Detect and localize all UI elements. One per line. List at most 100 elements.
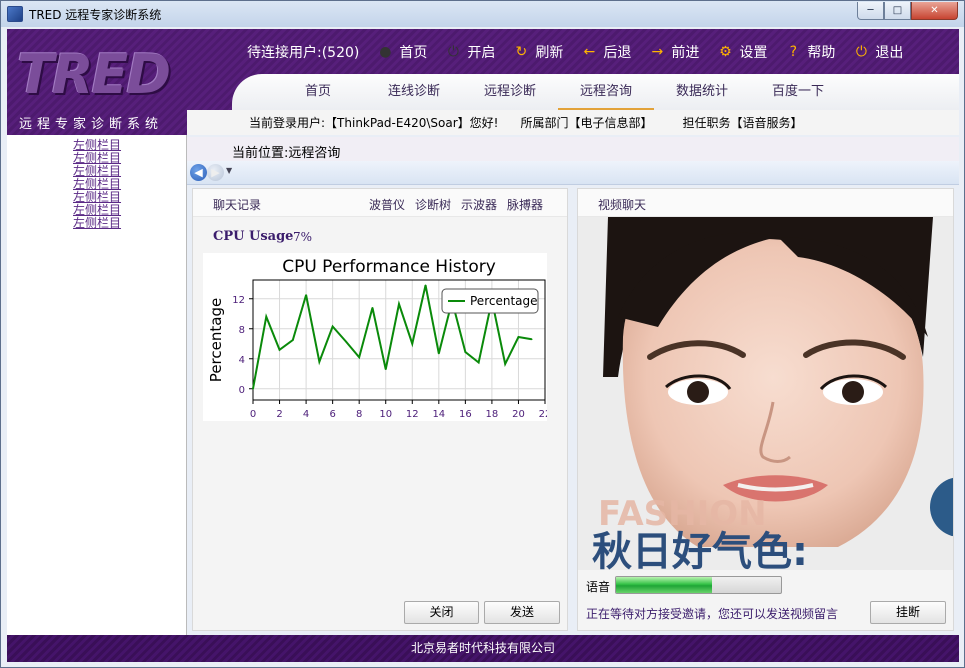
y-tick-label: 4 xyxy=(239,355,245,366)
data-point xyxy=(265,315,268,318)
toolbar-settings[interactable]: ⚙ 设置 xyxy=(717,42,767,62)
tab-remote-diagnosis[interactable]: 远程诊断 xyxy=(462,74,558,110)
exit-icon: ⏻ xyxy=(855,44,867,60)
x-tick-label: 4 xyxy=(303,409,309,420)
toolbar-home-label: 首页 xyxy=(399,45,428,61)
main-tabs-bar: 首页 连线诊断 远程诊断 远程咨询 数据统计 百度一下 xyxy=(232,74,959,110)
forward-arrow-icon: → xyxy=(651,44,664,60)
x-tick-label: 12 xyxy=(406,409,419,420)
tool-spectrum[interactable]: 波普仪 xyxy=(369,196,405,213)
user-info-bar: 当前登录用户:【ThinkPad-E420\Soar】您好! 所属部门【电子信息… xyxy=(187,110,959,135)
data-point xyxy=(464,351,467,353)
data-point xyxy=(384,368,387,371)
tool-diagnosis-tree[interactable]: 诊断树 xyxy=(415,196,451,213)
breadcrumb-text: 当前位置:远程咨询 xyxy=(232,146,341,161)
y-tick-label: 0 xyxy=(239,385,245,396)
sidebar-item[interactable]: 左侧栏目 xyxy=(73,217,186,230)
video-feed: FASHION 秋日好气色: xyxy=(578,217,953,570)
department: 所属部门【电子信息部】 xyxy=(520,116,653,130)
breadcrumb: 当前位置:远程咨询 xyxy=(187,137,959,161)
toolbar-help[interactable]: ? 帮助 xyxy=(785,42,836,62)
chart-title: CPU Performance History xyxy=(282,257,496,277)
y-axis-label: Percentage xyxy=(207,298,225,382)
cpu-usage-value: 7% xyxy=(293,230,313,244)
title-bar[interactable]: TRED 远程专家诊断系统 ─ □ ✕ xyxy=(1,1,964,27)
record-icon: ● xyxy=(379,44,392,60)
data-point xyxy=(411,342,414,345)
toolbar-forward-label: 前进 xyxy=(671,45,700,61)
send-button[interactable]: 发送 xyxy=(484,601,560,624)
call-status: 正在等待对方接受邀请，您还可以发送视频留言 xyxy=(586,607,839,621)
video-panel: 视频聊天 FASHION 秋日好气色: 语音 正在等待对方接受邀请，您还可以发送… xyxy=(577,188,954,631)
data-point xyxy=(252,387,254,390)
toolbar-back[interactable]: ← 后退 xyxy=(581,42,632,62)
data-point xyxy=(530,338,533,341)
back-icon[interactable]: ◀ xyxy=(190,164,207,181)
logo-text: TRED xyxy=(17,43,171,106)
x-tick-label: 0 xyxy=(250,409,256,420)
back-arrow-icon: ← xyxy=(583,44,596,60)
data-point xyxy=(318,360,321,363)
data-point xyxy=(424,284,427,287)
x-tick-label: 14 xyxy=(432,409,445,420)
toolbar-settings-label: 设置 xyxy=(739,45,768,61)
footer: 北京易者时代科技有限公司 xyxy=(7,635,959,662)
app-icon xyxy=(7,6,23,22)
browser-nav-bar: ◀ ▶ ▼ xyxy=(187,161,959,185)
left-sidebar: 左侧栏目 左侧栏目 左侧栏目 左侧栏目 左侧栏目 左侧栏目 左侧栏目 xyxy=(7,135,187,635)
tool-oscilloscope[interactable]: 示波器 xyxy=(461,196,497,213)
gear-icon: ⚙ xyxy=(719,44,732,60)
app-window: TRED 远程专家诊断系统 ─ □ ✕ TRED 远程专家诊断系统 待连接用户:… xyxy=(0,0,965,668)
tab-baidu[interactable]: 百度一下 xyxy=(750,74,846,110)
x-tick-label: 2 xyxy=(276,409,282,420)
top-toolbar: 待连接用户:(520) ● 首页 ⏻ 开启 ↻ 刷新 ← 后退 → 前进 ⚙ 设… xyxy=(247,41,921,63)
data-point xyxy=(398,303,400,305)
pending-users-count: 待连接用户:(520) xyxy=(247,45,360,61)
tab-statistics[interactable]: 数据统计 xyxy=(654,74,750,110)
close-button[interactable]: 关闭 xyxy=(404,601,479,624)
video-fashion-text: FASHION xyxy=(598,494,767,534)
data-point xyxy=(278,348,281,351)
current-user: 当前登录用户:【ThinkPad-E420\Soar】您好! xyxy=(249,116,499,130)
logo-subtitle: 远程专家诊断系统 xyxy=(19,117,164,132)
y-tick-label: 12 xyxy=(232,295,245,306)
tab-home[interactable]: 首页 xyxy=(270,74,366,110)
video-panel-header: 视频聊天 xyxy=(578,189,953,217)
tab-remote-consult[interactable]: 远程咨询 xyxy=(558,74,654,110)
role: 担任职务【语音服务】 xyxy=(682,116,803,130)
maximize-button[interactable]: □ xyxy=(884,2,911,20)
toolbar-exit[interactable]: ⏻ 退出 xyxy=(853,42,904,62)
toolbar-exit-label: 退出 xyxy=(875,45,904,61)
voice-label: 语音 xyxy=(586,580,611,594)
toolbar-help-label: 帮助 xyxy=(807,45,836,61)
video-image: FASHION 秋日好气色: xyxy=(578,217,953,570)
x-tick-label: 16 xyxy=(459,409,472,420)
toolbar-home[interactable]: ● 首页 xyxy=(377,42,427,62)
forward-icon[interactable]: ▶ xyxy=(207,164,224,181)
close-window-button[interactable]: ✕ xyxy=(911,2,958,20)
x-tick-label: 6 xyxy=(329,409,335,420)
legend-label: Percentage xyxy=(470,294,538,308)
x-tick-label: 20 xyxy=(512,409,525,420)
voice-level-fill xyxy=(616,577,712,593)
data-point xyxy=(504,363,506,365)
minimize-button[interactable]: ─ xyxy=(857,2,884,20)
tab-online-diagnosis[interactable]: 连线诊断 xyxy=(366,74,462,110)
cpu-usage-label: CPU Usage xyxy=(213,229,294,244)
toolbar-open[interactable]: ⏻ 开启 xyxy=(445,42,496,62)
data-point xyxy=(345,340,347,343)
refresh-icon: ↻ xyxy=(515,44,528,60)
logo: TRED 远程专家诊断系统 xyxy=(7,29,193,135)
x-tick-label: 10 xyxy=(379,409,392,420)
data-point xyxy=(331,325,334,328)
data-point xyxy=(371,306,374,309)
chat-panel: 聊天记录 波普仪 诊断树 示波器 脉搏器 CPU Usage 7% CPU Pe… xyxy=(192,188,568,631)
tool-pulse[interactable]: 脉搏器 xyxy=(507,196,543,213)
y-tick-label: 8 xyxy=(239,325,245,336)
data-point xyxy=(305,294,307,296)
hangup-button[interactable]: 挂断 xyxy=(870,601,946,624)
toolbar-forward[interactable]: → 前进 xyxy=(649,42,700,62)
video-panel-title: 视频聊天 xyxy=(598,198,647,212)
toolbar-refresh[interactable]: ↻ 刷新 xyxy=(513,42,564,62)
chevron-down-icon[interactable]: ▼ xyxy=(226,166,232,175)
